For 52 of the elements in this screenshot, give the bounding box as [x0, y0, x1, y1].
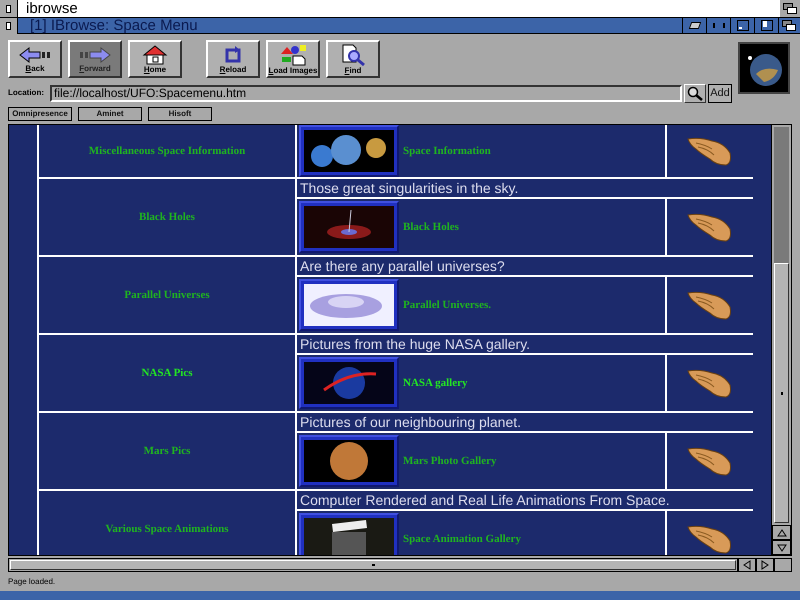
category-link[interactable]: Various Space Animations: [105, 520, 229, 538]
location-field[interactable]: file://localhost/UFO:Spacemenu.htm: [50, 84, 682, 102]
scroll-up-button[interactable]: [772, 525, 791, 540]
gallery-link[interactable]: NASA gallery: [403, 374, 468, 392]
location-label: Location:: [8, 87, 45, 99]
caption-text: Those great singularities in the sky.: [300, 178, 518, 198]
right-arrow-icon: [78, 46, 112, 64]
scroll-down-button[interactable]: [772, 540, 791, 555]
toolbar-button[interactable]: Load Images: [266, 40, 320, 78]
gallery-link[interactable]: Space Animation Gallery: [403, 530, 521, 548]
category-link[interactable]: NASA Pics: [141, 364, 193, 382]
scroll-left-button[interactable]: [738, 558, 756, 572]
window-title: [1] IBrowse: Space Menu: [30, 18, 198, 34]
hotlist-button[interactable]: Omnipresence: [8, 107, 72, 121]
hotlist-button[interactable]: Hisoft: [148, 107, 212, 121]
right-arrow-icon: [761, 560, 769, 570]
gallery-link[interactable]: Parallel Universes.: [403, 296, 491, 314]
screen-title: ibrowse: [26, 0, 78, 17]
caption-text: Pictures of our neighbouring planet.: [300, 412, 522, 432]
toolbar-button[interactable]: Back: [8, 40, 62, 78]
search-button[interactable]: [684, 84, 706, 102]
close-gadget[interactable]: [0, 0, 18, 17]
caption-text: Computer Rendered and Real Life Animations From Space.: [300, 490, 670, 510]
depth-gadget[interactable]: [780, 0, 800, 17]
close-gadget[interactable]: [0, 18, 18, 34]
gallery-link[interactable]: Space Information: [403, 142, 491, 160]
vertical-scrollbar[interactable]: [771, 125, 791, 555]
category-link[interactable]: Mars Pics: [144, 442, 190, 460]
gallery-link[interactable]: Mars Photo Gallery: [403, 452, 496, 470]
status-text: Page loaded.: [8, 576, 56, 588]
size-box: [774, 558, 792, 572]
scroll-right-button[interactable]: [756, 558, 774, 572]
toolbar-button[interactable]: Reload: [206, 40, 260, 78]
shapes-icon: [278, 44, 308, 66]
category-link[interactable]: Miscellaneous Space Information: [88, 142, 246, 160]
house-icon: [142, 44, 168, 64]
hotlist-button[interactable]: Aminet: [78, 107, 142, 121]
search-icon: [687, 86, 703, 100]
caption-text: Are there any parallel universes?: [300, 256, 505, 276]
scrollbar-thumb[interactable]: [774, 263, 789, 523]
toolbar-button[interactable]: Find: [326, 40, 380, 78]
down-arrow-icon: [776, 544, 786, 552]
add-button[interactable]: Add: [708, 84, 732, 102]
left-arrow-icon: [18, 46, 52, 64]
up-arrow-icon: [776, 528, 786, 536]
left-arrow-icon: [743, 560, 751, 570]
toolbar-button[interactable]: Home: [128, 40, 182, 78]
category-link[interactable]: Black Holes: [139, 208, 195, 226]
category-link[interactable]: Parallel Universes: [124, 286, 210, 304]
search-icon: [340, 44, 366, 66]
caption-text: Pictures from the huge NASA gallery.: [300, 334, 530, 354]
gallery-link[interactable]: Black Holes: [403, 218, 459, 236]
